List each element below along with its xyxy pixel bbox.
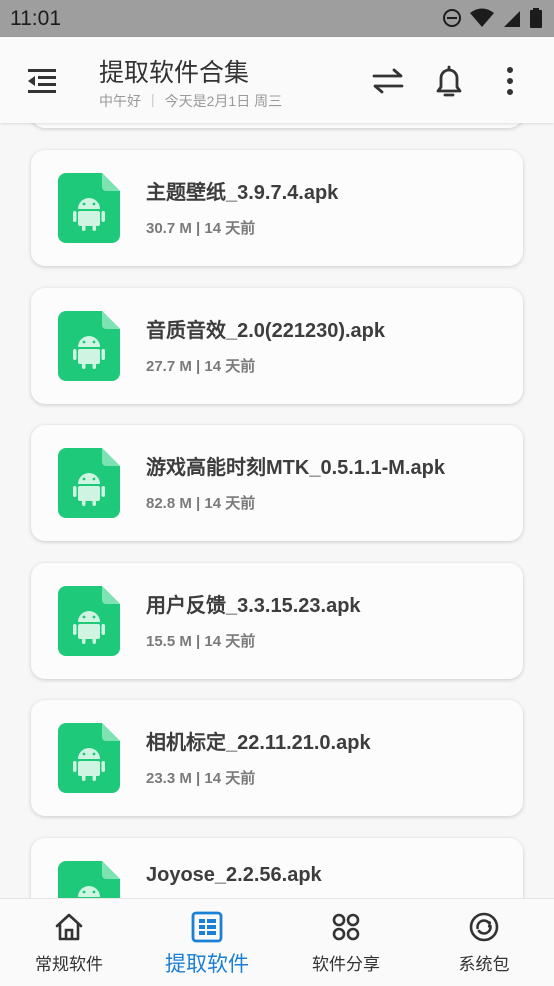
file-name: Joyose_2.2.56.apk (146, 864, 322, 886)
file-name: 游戏高能时刻MTK_0.5.1.1-M.apk (146, 457, 445, 479)
file-name: 音质音效_2.0(221230).apk (146, 320, 386, 342)
file-card[interactable]: 用户反馈_3.3.15.23.apk 15.5 M | 14 天前 (31, 563, 523, 679)
file-meta: 82.8 M | 14 天前 (146, 495, 256, 512)
file-card[interactable]: 音质音效_2.0(221230).apk 27.7 M | 14 天前 (31, 288, 523, 404)
file-meta: 27.7 M | 14 天前 (146, 358, 256, 375)
file-card[interactable]: 相机标定_22.11.21.0.apk 23.3 M | 14 天前 (31, 700, 523, 816)
nav-item-system-package[interactable]: 系统包 (415, 899, 553, 986)
subtitle-separator: | (151, 91, 155, 107)
refresh-icon (469, 912, 499, 942)
file-meta: 15.5 M | 14 天前 (146, 633, 256, 650)
page-title: 提取软件合集 (99, 59, 250, 87)
grid-icon (332, 913, 360, 941)
nav-label: 系统包 (458, 955, 510, 974)
status-time: 11:01 (10, 7, 61, 30)
file-card[interactable]: Joyose_2.2.56.apk (31, 838, 523, 898)
signal-icon (504, 11, 520, 27)
nav-item-regular-software[interactable]: 常规软件 (0, 899, 138, 986)
file-list[interactable]: 主题壁纸_3.9.7.4.apk 30.7 M | 14 天前 音质音效_2.0… (0, 123, 554, 898)
swap-icon[interactable] (368, 61, 408, 101)
nav-item-extract-software[interactable]: 提取软件 (138, 899, 276, 986)
file-card[interactable]: 主题壁纸_3.9.7.4.apk 30.7 M | 14 天前 (31, 150, 523, 266)
status-icons (442, 8, 542, 28)
status-bar: 11:01 (0, 0, 554, 37)
file-meta: 30.7 M | 14 天前 (146, 220, 256, 237)
nav-label: 常规软件 (35, 955, 103, 974)
bottom-nav: 常规软件 提取软件 软件分享 系统包 (0, 898, 554, 986)
app-bar: 提取软件合集 中午好 | 今天是2月1日 周三 (0, 37, 554, 123)
list-icon (191, 911, 223, 943)
wifi-icon (470, 8, 494, 27)
do-not-disturb-icon (443, 9, 461, 27)
home-icon (55, 913, 83, 941)
apk-file-icon (58, 311, 120, 381)
file-card-partial[interactable] (31, 123, 523, 128)
apk-file-icon (58, 173, 120, 243)
apk-file-icon (58, 586, 120, 656)
more-icon[interactable] (490, 61, 530, 101)
apk-file-icon (58, 448, 120, 518)
page-subtitle: 中午好 | 今天是2月1日 周三 (99, 91, 282, 111)
nav-item-software-share[interactable]: 软件分享 (277, 899, 415, 986)
date-text: 今天是2月1日 周三 (164, 93, 283, 109)
greeting-text: 中午好 (99, 93, 141, 109)
file-name: 主题壁纸_3.9.7.4.apk (146, 182, 339, 204)
nav-label: 软件分享 (312, 955, 380, 974)
file-name: 相机标定_22.11.21.0.apk (146, 732, 371, 754)
menu-collapse-icon[interactable] (24, 65, 64, 97)
battery-icon (530, 8, 542, 28)
file-name: 用户反馈_3.3.15.23.apk (146, 595, 361, 617)
nav-label: 提取软件 (165, 953, 249, 976)
file-meta: 23.3 M | 14 天前 (146, 770, 256, 787)
file-card[interactable]: 游戏高能时刻MTK_0.5.1.1-M.apk 82.8 M | 14 天前 (31, 425, 523, 541)
apk-file-icon (58, 723, 120, 793)
apk-file-icon (58, 861, 120, 898)
bell-icon[interactable] (429, 61, 469, 101)
